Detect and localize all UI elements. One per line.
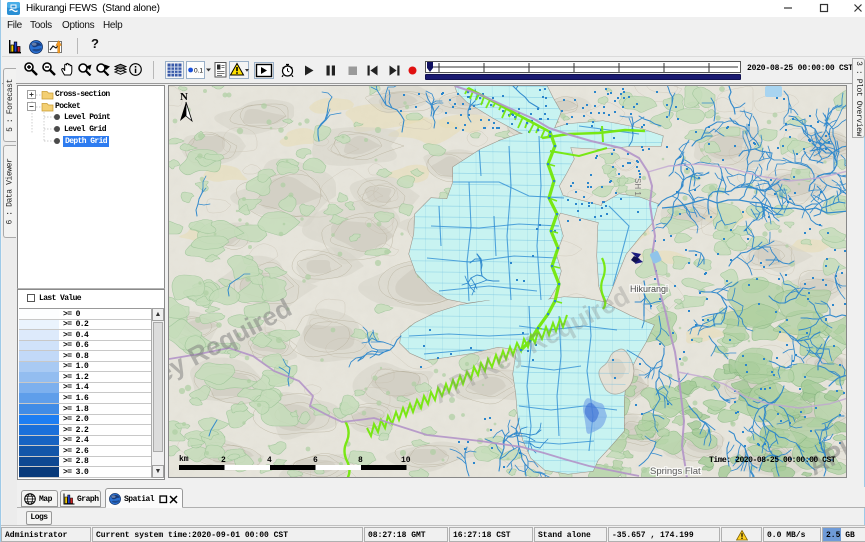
svg-text:km: km bbox=[179, 455, 189, 464]
svg-text:N: N bbox=[180, 91, 188, 103]
svg-text:2: 2 bbox=[221, 456, 226, 465]
svg-text:Springs Flat: Springs Flat bbox=[650, 466, 701, 477]
svg-text:0.1: 0.1 bbox=[194, 68, 203, 75]
svg-text:4: 4 bbox=[267, 456, 272, 465]
svg-text:10: 10 bbox=[401, 456, 411, 465]
svg-text:Hikurangi: Hikurangi bbox=[630, 284, 668, 294]
svg-text:Time: 2020-08-25 00:00:00 CST: Time: 2020-08-25 00:00:00 CST bbox=[709, 456, 836, 465]
svg-text:6: 6 bbox=[313, 456, 318, 465]
svg-text:8: 8 bbox=[358, 456, 363, 465]
svg-text:SH 1: SH 1 bbox=[633, 178, 642, 196]
